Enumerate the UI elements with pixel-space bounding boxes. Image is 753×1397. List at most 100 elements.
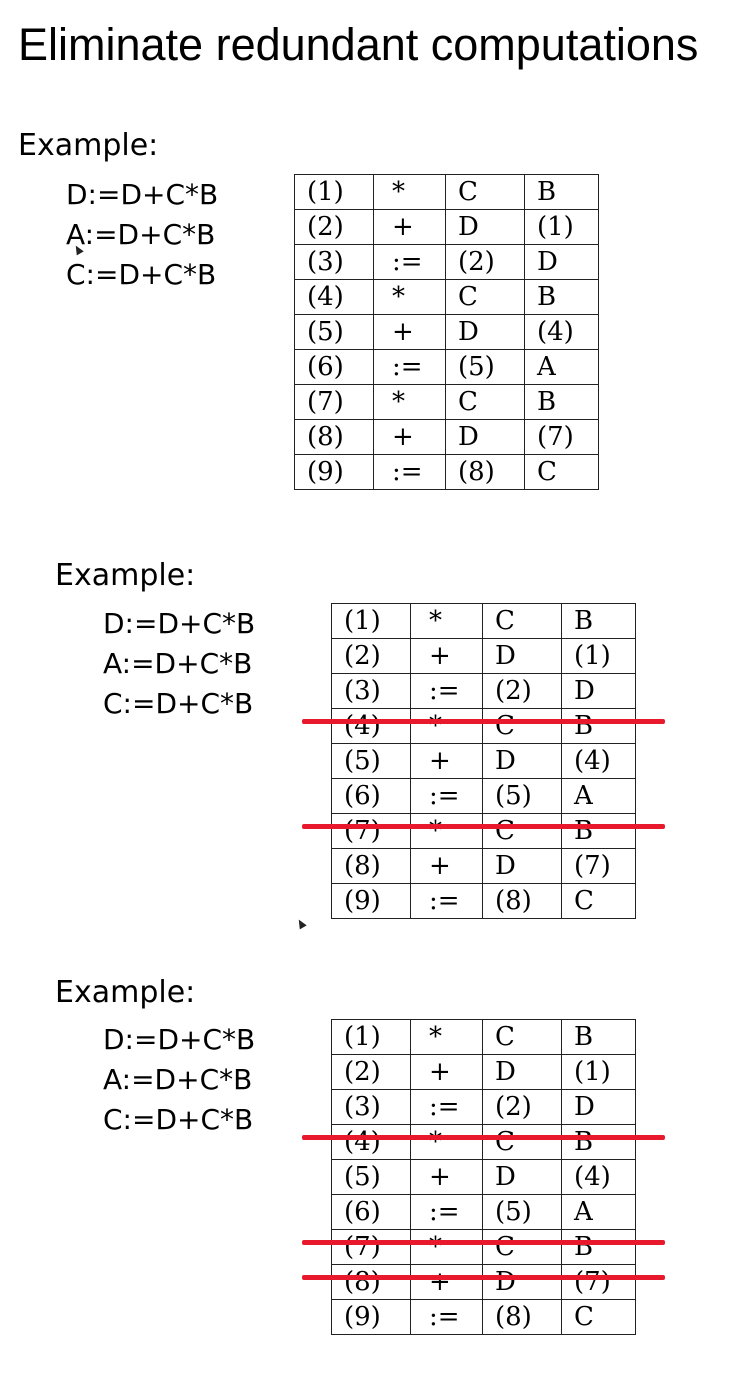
table-cell: * <box>410 603 483 639</box>
table-cell: := <box>410 1089 483 1125</box>
table-cell: (7) <box>561 848 636 884</box>
table-cell: (2) <box>331 638 411 674</box>
table-row: (3):= (2) D <box>294 244 599 280</box>
table-cell: (7) <box>331 1229 411 1265</box>
table-row: (2) + D (1) <box>294 209 599 245</box>
quadruple-table: (1) * C B (2) + D (1) (3):= (2) D (4) * C B (5) + D (4) (6)… <box>331 1019 636 1335</box>
table-cell: * <box>410 813 483 849</box>
table-cell: (6) <box>331 1194 411 1230</box>
table-row: (7) * C B <box>294 384 599 420</box>
table-row: (6):= (5) A <box>294 349 599 385</box>
table-cell: (6) <box>331 778 411 814</box>
table-cell: (7) <box>331 813 411 849</box>
table-cell: A <box>561 778 636 814</box>
table-cell: := <box>373 349 446 385</box>
table-cell: D <box>445 314 525 350</box>
table-row: (9):= (8) C <box>294 454 599 490</box>
table-cell: (2) <box>482 673 562 709</box>
code-line: C:=D+C*B <box>103 1103 254 1136</box>
table-cell: := <box>410 883 483 919</box>
table-cell: + <box>373 419 446 455</box>
table-cell: (9) <box>294 454 374 490</box>
table-cell: (5) <box>294 314 374 350</box>
table-cell: (1) <box>561 1054 636 1090</box>
strike-through-line <box>302 718 665 724</box>
table-cell: (8) <box>331 848 411 884</box>
table-cell: (5) <box>482 1194 562 1230</box>
table-cell: (8) <box>294 419 374 455</box>
table-row: (1) * C B <box>294 174 599 210</box>
table-cell: C <box>482 708 562 744</box>
table-cell: (2) <box>482 1089 562 1125</box>
table-cell: + <box>410 1054 483 1090</box>
table-cell: + <box>410 743 483 779</box>
table-row: (3):= (2) D <box>331 1089 636 1125</box>
quadruple-table: (1) * C B (2) + D (1) (3):= (2) D (4) * C B (5) + D (4) (6)… <box>331 603 636 919</box>
table-cell: (4) <box>331 1124 411 1160</box>
table-cell: D <box>445 209 525 245</box>
table-cell: * <box>373 384 446 420</box>
table-cell: + <box>410 638 483 674</box>
table-cell: := <box>410 673 483 709</box>
table-cell: D <box>482 1054 562 1090</box>
table-cell: (2) <box>331 1054 411 1090</box>
table-cell: (3) <box>331 673 411 709</box>
code-line: C:=D+C*B <box>66 258 217 291</box>
table-row: (8) + D (7) <box>294 419 599 455</box>
table-cell: + <box>410 848 483 884</box>
table-cell: (9) <box>331 883 411 919</box>
table-cell: C <box>561 1299 636 1335</box>
table-cell: D <box>445 419 525 455</box>
table-row: (8) + D (7) <box>331 1264 636 1300</box>
table-cell: D <box>524 244 599 280</box>
table-cell: D <box>482 743 562 779</box>
table-row: (4) * C B <box>331 708 636 744</box>
table-cell: C <box>445 384 525 420</box>
table-cell: * <box>373 279 446 315</box>
table-cell: B <box>561 708 636 744</box>
table-cell: D <box>561 1089 636 1125</box>
table-cell: B <box>524 174 599 210</box>
table-row: (6):= (5) A <box>331 1194 636 1230</box>
table-cell: (6) <box>294 349 374 385</box>
table-row: (9):= (8) C <box>331 883 636 919</box>
table-cell: (4) <box>524 314 599 350</box>
table-cell: * <box>410 1229 483 1265</box>
table-row: (6):= (5) A <box>331 778 636 814</box>
table-cell: * <box>373 174 446 210</box>
table-cell: := <box>410 778 483 814</box>
table-cell: * <box>410 708 483 744</box>
table-cell: (2) <box>445 244 525 280</box>
table-row: (1) * C B <box>331 1019 636 1055</box>
code-line: D:=D+C*B <box>103 607 256 640</box>
table-cell: B <box>561 1124 636 1160</box>
quadruple-table: (1) * C B (2) + D (1) (3):= (2) D (4) * C B (5) + D (4) (6)… <box>294 174 599 490</box>
table-cell: (1) <box>294 174 374 210</box>
table-cell: (8) <box>445 454 525 490</box>
table-cell: B <box>561 1019 636 1055</box>
table-cell: (1) <box>331 1019 411 1055</box>
table-cell: C <box>482 603 562 639</box>
table-cell: (5) <box>482 778 562 814</box>
table-cell: C <box>482 1229 562 1265</box>
table-row: (7) * C B <box>331 813 636 849</box>
table-cell: C <box>524 454 599 490</box>
table-cell: (7) <box>294 384 374 420</box>
table-cell: D <box>482 848 562 884</box>
table-cell: (2) <box>294 209 374 245</box>
table-row: (8) + D (7) <box>331 848 636 884</box>
table-cell: (4) <box>561 743 636 779</box>
table-cell: (1) <box>524 209 599 245</box>
strike-through-line <box>302 1274 665 1280</box>
table-cell: (5) <box>331 743 411 779</box>
table-cell: C <box>482 1124 562 1160</box>
table-cell: C <box>445 174 525 210</box>
table-cell: C <box>482 1019 562 1055</box>
example-label: Example: <box>18 128 159 163</box>
example-label: Example: <box>55 558 196 593</box>
table-cell: + <box>410 1264 483 1300</box>
code-line: A:=D+C*B <box>66 218 216 251</box>
table-row: (5) + D (4) <box>294 314 599 350</box>
table-cell: (4) <box>294 279 374 315</box>
table-cell: (8) <box>331 1264 411 1300</box>
